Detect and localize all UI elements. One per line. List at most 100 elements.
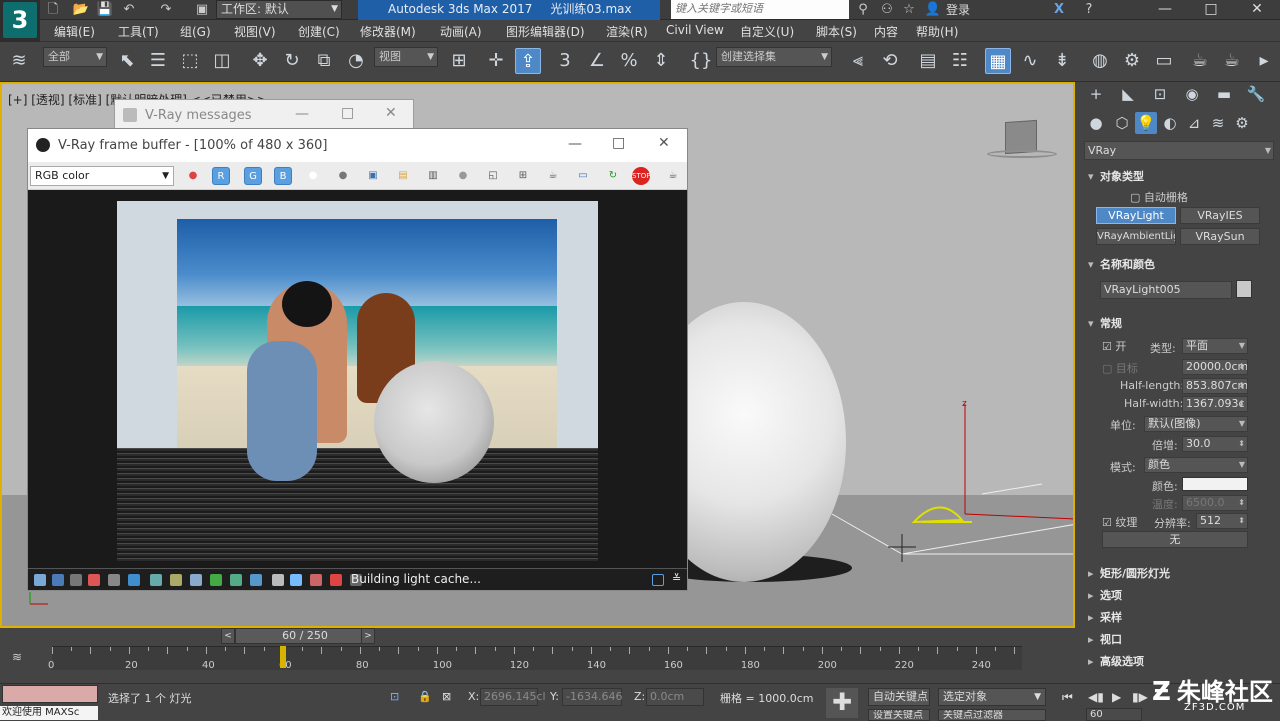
menu-animation[interactable]: 动画(A) (440, 23, 482, 40)
rendered-frame-window-icon[interactable]: ▭ (1151, 48, 1177, 74)
material-editor-icon[interactable]: ◍ (1087, 48, 1113, 74)
color-correct-icon[interactable] (88, 574, 100, 586)
render-setup-icon[interactable]: ⚙ (1119, 48, 1145, 74)
multiplier-spinner[interactable]: 30.0 ⬍ (1182, 436, 1248, 452)
rollout-name-color[interactable]: ▾ 名称和颜色 (1088, 256, 1155, 272)
light-color-swatch[interactable] (1182, 477, 1248, 491)
app-logo[interactable]: 3 (0, 0, 40, 42)
menu-group[interactable]: 组(G) (180, 23, 211, 40)
prev-key-icon[interactable]: ◀▮ (1088, 690, 1104, 704)
minimize-button[interactable]: — (295, 106, 309, 122)
pixel-info-icon[interactable] (128, 574, 140, 586)
modify-tab-icon[interactable]: ◣ (1117, 83, 1139, 105)
link-to-vray-icon[interactable]: ▭ (574, 167, 592, 185)
viewcube[interactable] (1005, 119, 1037, 155)
save-image-icon[interactable]: ▣ (364, 167, 382, 185)
maxscript-listener[interactable]: 欢迎使用 MAXSc (0, 706, 98, 720)
hierarchy-tab-icon[interactable]: ⊡ (1149, 83, 1171, 105)
login-button[interactable]: 登录 (946, 1, 970, 18)
clear-image-icon[interactable]: ▥ (424, 167, 442, 185)
vfb-titlebar[interactable]: V-Ray frame buffer - [100% of 480 x 360]… (28, 129, 687, 162)
render-last-icon[interactable]: ☕ (544, 167, 562, 185)
close-button[interactable]: ✕ (385, 105, 397, 121)
channel-dropdown[interactable]: RGB color ▼ (30, 166, 174, 186)
autogrid-checkbox[interactable]: ▢ 自动栅格 (1130, 189, 1188, 205)
render-production-icon[interactable]: ☕ (1187, 48, 1213, 74)
rollout-advanced[interactable]: ▸ 高级选项 (1088, 653, 1144, 669)
track-mouse-icon[interactable]: ◱ (484, 167, 502, 185)
viewcube-compass[interactable] (987, 150, 1057, 158)
spinner-arrows[interactable]: ⬍ (1238, 379, 1245, 393)
vraysun-button[interactable]: VRaySun (1180, 228, 1260, 245)
spinner-arrows[interactable]: ⬍ (1238, 437, 1245, 451)
create-tab-icon[interactable]: + (1085, 83, 1107, 105)
save-icon[interactable]: 💾 (96, 1, 114, 19)
menu-rendering[interactable]: 渲染(R) (606, 23, 648, 40)
menu-views[interactable]: 视图(V) (234, 23, 276, 40)
current-frame-marker[interactable] (279, 646, 286, 668)
rollout-viewport[interactable]: ▸ 视口 (1088, 631, 1122, 647)
go-to-start-icon[interactable]: ⏮ (1062, 690, 1073, 705)
vrayies-button[interactable]: VRayIES (1180, 207, 1260, 224)
new-file-icon[interactable]: 🗋 (44, 1, 62, 19)
maximize-button[interactable]: □ (612, 135, 625, 151)
systems-icon[interactable]: ⚙ (1231, 112, 1253, 134)
auto-key-button[interactable]: 自动关键点 (868, 688, 930, 706)
schematic-view-icon[interactable]: ⇟ (1049, 48, 1075, 74)
texture-map-button[interactable]: 无 (1102, 531, 1248, 548)
object-color-swatch[interactable] (1236, 280, 1252, 298)
time-slider[interactable]: 60 / 250 (235, 628, 375, 644)
alpha-channel-icon[interactable]: ● (304, 167, 322, 185)
key-filters-button[interactable]: 关键点过滤器 (938, 709, 1046, 721)
ocio-icon[interactable] (250, 574, 262, 586)
geometry-icon[interactable]: ● (1085, 112, 1107, 134)
help-icon[interactable]: ? (1080, 1, 1098, 19)
named-selection-dropdown[interactable]: 创建选择集 ▼ (716, 47, 832, 67)
motion-tab-icon[interactable]: ◉ (1181, 83, 1203, 105)
layer-explorer-icon[interactable]: ▤ (915, 48, 941, 74)
placement-icon[interactable]: ◔ (343, 48, 369, 74)
curve-icon[interactable] (170, 574, 182, 586)
transform-mode-icon[interactable]: ⊠ (442, 690, 451, 703)
lens-icon[interactable] (290, 574, 302, 586)
menu-edit[interactable]: 编辑(E) (54, 23, 95, 40)
lights-icon[interactable]: 💡 (1135, 112, 1157, 134)
vraylight-button[interactable]: VRayLight (1096, 207, 1176, 224)
close-button[interactable]: ✕ (1234, 0, 1280, 20)
keyboard-shortcut-override-icon[interactable]: ⇪ (515, 48, 541, 74)
curve-editor-mini-icon[interactable]: ≋ (12, 650, 22, 664)
helpers-icon[interactable]: ⊿ (1183, 112, 1205, 134)
menu-scripting[interactable]: 脚本(S) (816, 23, 857, 40)
y-coord-field[interactable]: -1634.646 (562, 688, 622, 706)
menu-tools[interactable]: 工具(T) (118, 23, 159, 40)
current-frame-field[interactable]: 60 (1086, 708, 1142, 721)
star-icon[interactable]: ☆ (900, 1, 918, 19)
lock-selection-icon[interactable]: 🔒 (418, 690, 432, 703)
curve-editor-icon[interactable]: ∿ (1017, 48, 1043, 74)
texture-checkbox[interactable]: ☑ 纹理 (1102, 514, 1137, 530)
compare-icon[interactable] (210, 574, 222, 586)
community-icon[interactable]: ⚇ (878, 1, 896, 19)
frame-ruler[interactable]: 020406080100120140160180200220240 (48, 646, 1022, 671)
edit-named-selection-icon[interactable]: {} (688, 48, 714, 74)
rollout-object-type[interactable]: ▾ 对象类型 (1088, 168, 1144, 184)
light-gizmo[interactable]: z (802, 384, 1075, 564)
rollout-general[interactable]: ▾ 常规 (1088, 315, 1122, 331)
selected-objects-dropdown[interactable]: 选定对象 ▼ (938, 688, 1046, 706)
next-key-icon[interactable]: ▮▶ (1132, 690, 1148, 704)
display-tab-icon[interactable]: ▬ (1213, 83, 1235, 105)
undo-history-icon[interactable]: ≋ (6, 48, 32, 74)
set-key-big-icon[interactable]: ✚ (826, 688, 858, 718)
layers-icon[interactable] (108, 574, 120, 586)
ref-coord-dropdown[interactable]: 视图 ▼ (374, 47, 438, 67)
vfb-canvas[interactable] (28, 190, 687, 568)
menu-civil-view[interactable]: Civil View (666, 23, 724, 37)
color-corrections-icon[interactable]: ● (184, 167, 202, 185)
menu-graph-editors[interactable]: 图形编辑器(D) (506, 23, 585, 40)
duplicate-to-max-icon[interactable]: ● (454, 167, 472, 185)
user-icon[interactable]: 👤 (924, 1, 942, 19)
vray-frame-buffer-window[interactable]: V-Ray frame buffer - [100% of 480 x 360]… (27, 128, 688, 591)
spinner-arrows[interactable]: ⬍ (1238, 496, 1245, 510)
rollout-rect-disc-light[interactable]: ▸ 矩形/圆形灯光 (1088, 565, 1170, 581)
rollout-sampling[interactable]: ▸ 采样 (1088, 609, 1122, 625)
